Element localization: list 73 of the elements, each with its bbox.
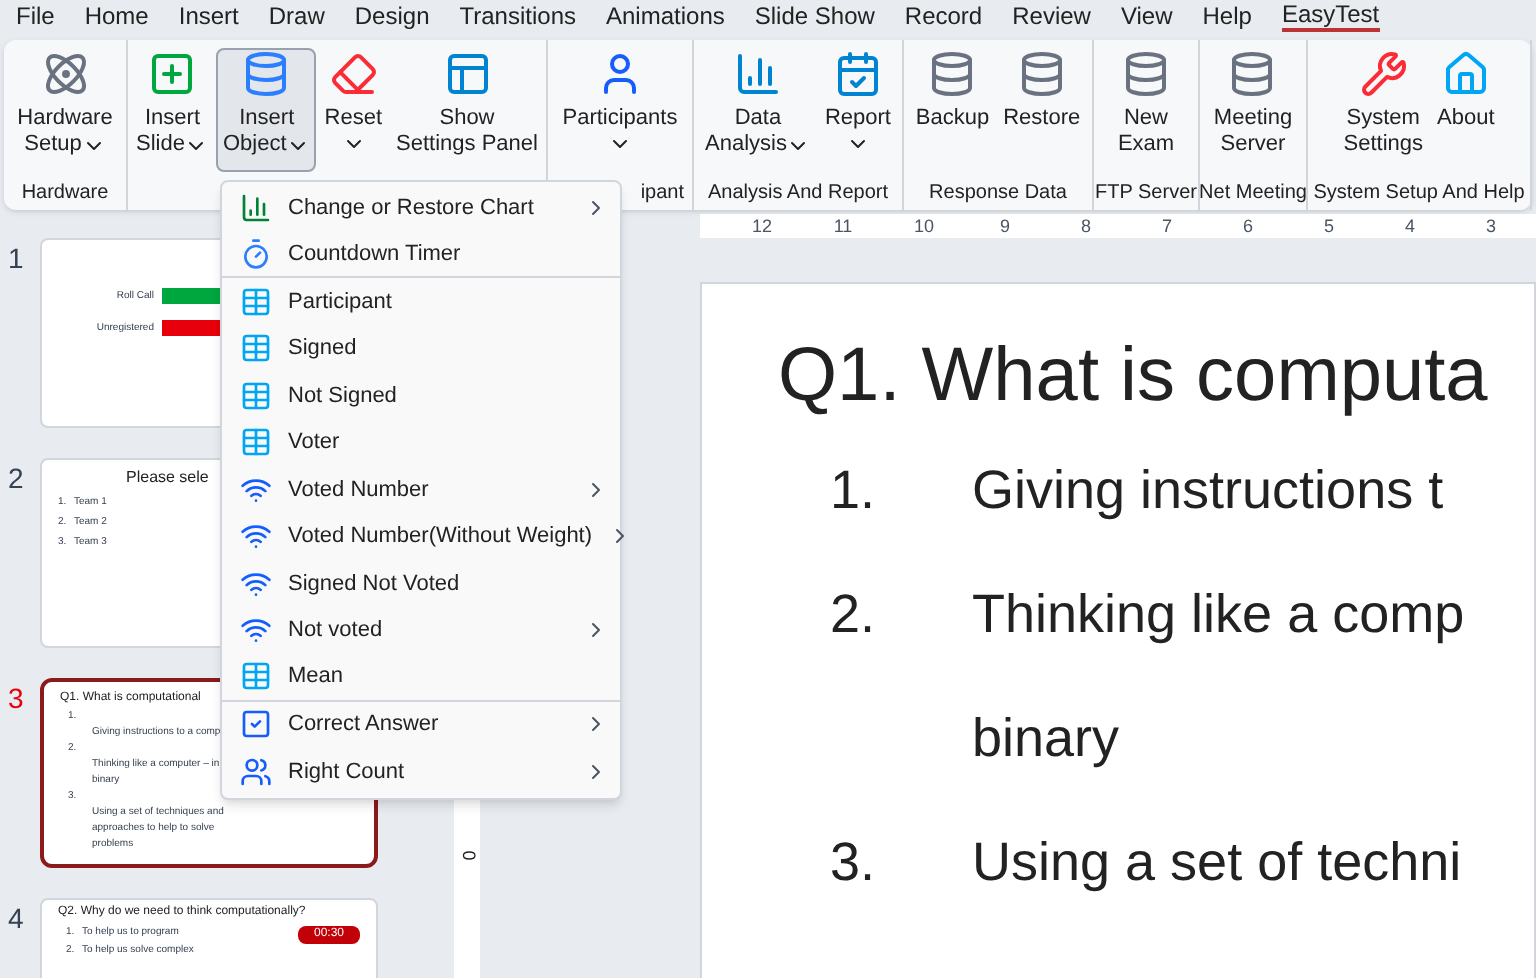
slide-number: 4 <box>6 900 24 938</box>
table-icon <box>240 285 272 318</box>
menu-tab[interactable]: Home <box>84 2 149 30</box>
ribbon-button[interactable]: Meeting Server <box>1207 48 1299 172</box>
ribbon-button[interactable]: Insert Object <box>216 48 317 172</box>
menu-tab[interactable]: Draw <box>268 2 325 30</box>
ribbon-button[interactable]: About <box>1431 48 1501 172</box>
list-number: 3. <box>828 830 878 896</box>
home-icon <box>1441 50 1490 98</box>
group-label: Response Data <box>929 180 1067 208</box>
table-icon <box>240 332 272 365</box>
menu-tab[interactable]: Review <box>1012 2 1091 30</box>
signal-icon <box>240 473 272 506</box>
slide-number: 1 <box>6 240 24 278</box>
menu-tab[interactable]: EasyTest <box>1281 0 1380 32</box>
table-icon <box>240 660 272 693</box>
tools-icon <box>1359 50 1408 98</box>
ribbon-button[interactable]: Restore <box>997 48 1087 172</box>
menu-item[interactable]: Countdown Timer <box>222 231 620 278</box>
slide-title: Q1. What is computa <box>778 332 1490 422</box>
ruler: 12 11 10 9 8 7 6 5 4 3 <box>700 214 1536 238</box>
signal-icon <box>240 614 272 647</box>
panel-icon <box>443 50 491 98</box>
menu-tab[interactable]: Slide Show <box>754 2 875 30</box>
menu-tab[interactable]: Help <box>1202 2 1252 30</box>
group-label: ipant <box>640 180 686 208</box>
add-slide-icon <box>148 50 197 98</box>
chart-icon <box>240 191 272 224</box>
menu-tab[interactable]: Transitions <box>459 2 576 30</box>
ribbon-button[interactable]: Participants <box>556 48 684 172</box>
group-label: Hardware <box>21 180 109 208</box>
ribbon-button[interactable]: Report <box>818 48 897 172</box>
group-label: Net Meeting <box>1199 180 1307 208</box>
menu-tab[interactable]: Insert <box>178 2 239 30</box>
menu-item[interactable]: Change or Restore Chart <box>222 184 620 231</box>
table-icon <box>240 379 272 412</box>
list-number: 1. <box>828 458 878 524</box>
list-item: Using a set of techni <box>972 830 1464 896</box>
thumb-title: Please sele <box>124 468 211 488</box>
people-icon <box>240 755 272 788</box>
atom-icon <box>41 50 89 98</box>
menu-tab[interactable]: Design <box>354 2 430 30</box>
ribbon-button[interactable]: Reset <box>318 48 389 172</box>
ribbon-button[interactable]: Data Analysis <box>699 48 817 172</box>
chart-icon <box>733 50 782 98</box>
ribbon-button[interactable]: Show Settings Panel <box>390 48 544 172</box>
timer-icon <box>240 237 272 270</box>
signal-icon <box>240 520 272 553</box>
menu-tab[interactable]: Record <box>904 2 983 30</box>
ribbon-button[interactable]: New Exam <box>1111 48 1181 172</box>
group-label: FTP Server <box>1095 180 1197 208</box>
checkbox-icon <box>240 708 272 741</box>
menu-tab[interactable]: View <box>1120 2 1173 30</box>
slide-number: 2 <box>6 460 24 498</box>
ribbon-button[interactable]: Backup <box>909 48 996 172</box>
menu-item[interactable]: Mean <box>222 654 620 701</box>
slide-number: 3 <box>6 680 24 718</box>
eraser-icon <box>329 50 378 98</box>
group-label: Analysis And Report <box>707 180 889 208</box>
signal-icon <box>240 567 272 600</box>
report-icon <box>833 50 882 98</box>
menu-tab[interactable]: File <box>16 2 55 30</box>
list-item: Giving instructions t <box>972 458 1446 524</box>
ribbon-button[interactable]: Insert Slide <box>130 48 215 172</box>
ruler-number: 0 <box>456 850 481 861</box>
ribbon-button[interactable]: System Settings <box>1337 48 1429 172</box>
list-item: Thinking like a comp <box>972 582 1467 648</box>
list-item: binary <box>972 706 1122 772</box>
ribbon-button[interactable]: Hardware Setup <box>11 48 119 172</box>
table-icon <box>240 426 272 459</box>
list-number: 2. <box>828 582 878 648</box>
menu-tab[interactable]: Animations <box>606 2 725 30</box>
group-label: System Setup And Help <box>1313 180 1525 208</box>
